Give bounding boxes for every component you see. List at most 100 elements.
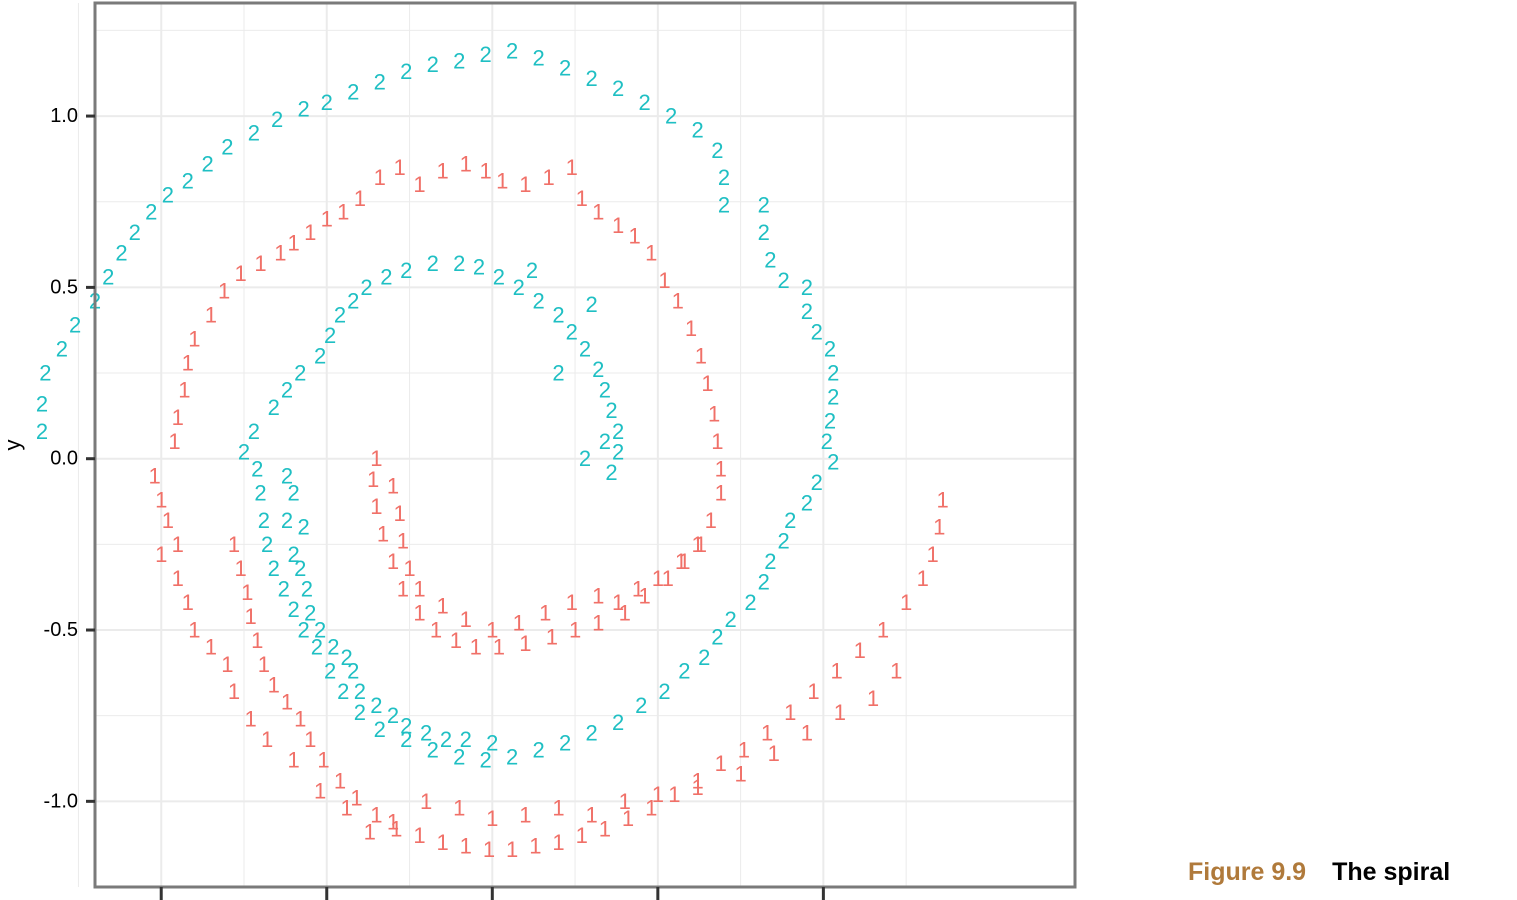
- data-point-class-2: 2: [268, 395, 280, 420]
- data-point-class-1: 1: [334, 768, 346, 793]
- data-point-class-1: 1: [420, 789, 432, 814]
- data-point-class-1: 1: [672, 289, 684, 314]
- data-point-class-1: 1: [377, 522, 389, 547]
- data-point-class-2: 2: [638, 90, 650, 115]
- data-point-class-1: 1: [251, 628, 263, 653]
- data-point-class-1: 1: [397, 528, 409, 553]
- data-point-class-1: 1: [542, 165, 554, 190]
- data-point-class-1: 1: [619, 789, 631, 814]
- data-point-class-2: 2: [460, 727, 472, 752]
- data-point-class-1: 1: [188, 618, 200, 643]
- data-point-class-2: 2: [145, 200, 157, 225]
- data-point-class-2: 2: [827, 450, 839, 475]
- data-point-class-1: 1: [830, 659, 842, 684]
- data-point-class-2: 2: [698, 645, 710, 670]
- data-point-class-2: 2: [440, 727, 452, 752]
- data-point-class-2: 2: [36, 419, 48, 444]
- data-point-class-1: 1: [784, 700, 796, 725]
- data-point-class-1: 1: [413, 172, 425, 197]
- data-point-class-1: 1: [483, 837, 495, 862]
- data-point-class-1: 1: [486, 806, 498, 831]
- data-point-class-1: 1: [172, 405, 184, 430]
- data-point-class-1: 1: [890, 659, 902, 684]
- data-point-class-1: 1: [701, 371, 713, 396]
- data-point-class-1: 1: [182, 590, 194, 615]
- data-point-class-1: 1: [715, 480, 727, 505]
- data-point-class-2: 2: [744, 590, 756, 615]
- data-point-class-2: 2: [605, 460, 617, 485]
- data-point-class-2: 2: [612, 710, 624, 735]
- data-point-class-1: 1: [205, 302, 217, 327]
- data-point-class-2: 2: [129, 220, 141, 245]
- data-point-class-1: 1: [168, 429, 180, 454]
- data-point-class-1: 1: [241, 580, 253, 605]
- figure-caption: Figure 9.9 The spiral: [1188, 858, 1450, 887]
- data-point-class-1: 1: [519, 172, 531, 197]
- data-point-class-2: 2: [711, 624, 723, 649]
- data-point-class-2: 2: [248, 121, 260, 146]
- data-point-class-2: 2: [824, 337, 836, 362]
- data-point-class-1: 1: [430, 618, 442, 643]
- data-point-class-1: 1: [413, 576, 425, 601]
- data-point-class-1: 1: [854, 638, 866, 663]
- data-point-class-2: 2: [297, 515, 309, 540]
- data-point-class-2: 2: [427, 52, 439, 77]
- data-point-class-1: 1: [592, 200, 604, 225]
- data-point-class-1: 1: [393, 155, 405, 180]
- data-point-class-1: 1: [337, 200, 349, 225]
- data-point-class-1: 1: [288, 230, 300, 255]
- data-point-class-2: 2: [281, 378, 293, 403]
- data-point-class-2: 2: [115, 241, 127, 266]
- data-point-class-2: 2: [36, 391, 48, 416]
- data-point-class-1: 1: [834, 700, 846, 725]
- data-point-class-2: 2: [347, 80, 359, 105]
- data-point-class-2: 2: [579, 446, 591, 471]
- data-point-class-1: 1: [304, 220, 316, 245]
- data-point-class-2: 2: [102, 265, 114, 290]
- data-point-class-1: 1: [658, 268, 670, 293]
- data-point-class-1: 1: [552, 830, 564, 855]
- data-point-class-2: 2: [271, 107, 283, 132]
- data-point-class-2: 2: [599, 429, 611, 454]
- data-point-class-2: 2: [221, 134, 233, 159]
- data-point-class-2: 2: [400, 258, 412, 283]
- data-point-class-2: 2: [453, 251, 465, 276]
- data-point-class-1: 1: [917, 566, 929, 591]
- data-point-class-1: 1: [288, 748, 300, 773]
- data-point-class-2: 2: [678, 659, 690, 684]
- figure-number: Figure 9.9: [1188, 858, 1307, 886]
- y-tick-label: 0.5: [50, 276, 78, 298]
- data-point-class-2: 2: [380, 265, 392, 290]
- data-point-class-2: 2: [473, 254, 485, 279]
- data-point-class-1: 1: [254, 251, 266, 276]
- data-point-class-1: 1: [734, 761, 746, 786]
- data-point-class-1: 1: [612, 213, 624, 238]
- data-point-class-1: 1: [172, 532, 184, 557]
- data-point-class-2: 2: [533, 737, 545, 762]
- y-axis-label: y: [0, 440, 25, 451]
- data-point-class-2: 2: [427, 251, 439, 276]
- data-point-class-2: 2: [248, 419, 260, 444]
- data-point-class-2: 2: [254, 480, 266, 505]
- data-point-class-1: 1: [685, 316, 697, 341]
- data-point-class-1: 1: [235, 556, 247, 581]
- data-point-class-2: 2: [480, 42, 492, 67]
- data-point-class-2: 2: [566, 319, 578, 344]
- data-point-class-1: 1: [317, 748, 329, 773]
- data-point-class-2: 2: [453, 49, 465, 74]
- data-point-class-1: 1: [569, 618, 581, 643]
- data-point-class-1: 1: [155, 542, 167, 567]
- data-point-class-1: 1: [715, 456, 727, 481]
- data-point-class-1: 1: [228, 679, 240, 704]
- data-point-class-1: 1: [519, 803, 531, 828]
- data-point-class-1: 1: [711, 429, 723, 454]
- data-point-class-2: 2: [552, 302, 564, 327]
- figure-title: The spiral: [1332, 858, 1451, 886]
- data-point-class-2: 2: [201, 152, 213, 177]
- data-point-class-2: 2: [493, 265, 505, 290]
- data-point-class-2: 2: [321, 90, 333, 115]
- data-point-class-1: 1: [354, 186, 366, 211]
- data-point-class-2: 2: [354, 679, 366, 704]
- data-point-class-1: 1: [460, 833, 472, 858]
- data-point-class-1: 1: [148, 463, 160, 488]
